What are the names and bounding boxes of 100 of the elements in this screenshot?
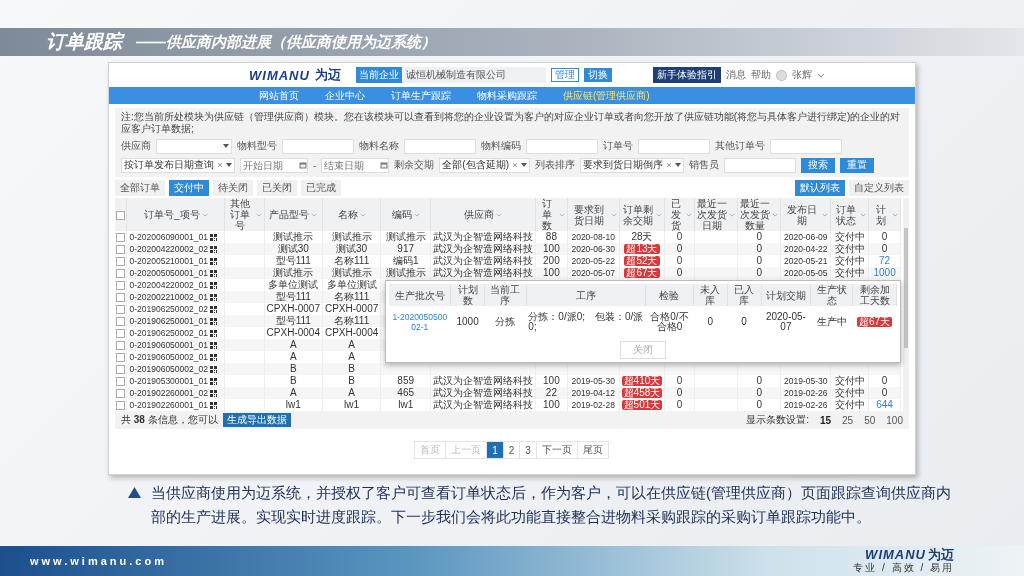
qr-code-icon[interactable] <box>209 353 217 361</box>
checkbox[interactable] <box>116 256 126 266</box>
qr-code-icon[interactable] <box>209 329 217 337</box>
checkbox[interactable] <box>116 328 126 338</box>
clear-icon[interactable] <box>666 162 672 168</box>
chevron-icon[interactable] <box>686 212 692 217</box>
export-button[interactable]: 生成导出数据 <box>222 413 291 427</box>
date-field[interactable]: 开始日期 <box>240 157 308 173</box>
qr-code-icon[interactable] <box>209 293 217 301</box>
qr-code-icon[interactable] <box>209 365 217 373</box>
status-tab[interactable]: 已完成 <box>301 180 341 196</box>
qr-code-icon[interactable] <box>209 401 217 409</box>
column-header[interactable]: 已发货 <box>664 198 695 231</box>
checkbox[interactable] <box>116 400 126 410</box>
checkbox[interactable] <box>116 316 126 326</box>
qr-code-icon[interactable] <box>209 233 217 241</box>
filter-button[interactable]: 重置 <box>840 157 874 173</box>
status-tab[interactable]: 待关闭 <box>213 180 253 196</box>
checkbox[interactable] <box>116 304 126 314</box>
chevron-icon[interactable] <box>892 212 899 217</box>
page-button[interactable]: 下一页 <box>535 441 578 459</box>
page-button[interactable]: 1 <box>486 441 504 459</box>
avatar-icon[interactable] <box>776 69 787 81</box>
checkbox[interactable] <box>116 388 126 398</box>
select-field[interactable] <box>156 138 232 154</box>
checkbox[interactable] <box>116 232 126 242</box>
chevron-icon[interactable] <box>656 212 663 217</box>
checkbox[interactable] <box>116 340 126 350</box>
checkbox[interactable] <box>116 292 126 302</box>
text-field[interactable] <box>282 138 354 154</box>
qr-code-icon[interactable] <box>209 257 217 265</box>
status-tab[interactable]: 全部订单 <box>115 180 165 196</box>
chevron-icon[interactable] <box>413 212 420 217</box>
column-header[interactable]: 编码 <box>380 198 431 231</box>
text-field[interactable] <box>404 138 476 154</box>
chevron-icon[interactable] <box>255 212 262 217</box>
column-header[interactable]: 其他订单号 <box>224 198 265 231</box>
chevron-icon[interactable] <box>558 212 565 217</box>
clear-icon[interactable] <box>512 162 518 168</box>
checkbox[interactable] <box>116 352 126 362</box>
status-tab[interactable]: 交付中 <box>169 180 209 196</box>
checkbox[interactable] <box>116 244 126 254</box>
text-field[interactable] <box>724 157 796 173</box>
column-header[interactable]: 订单数 <box>535 198 568 231</box>
qr-code-icon[interactable] <box>209 281 217 289</box>
column-header[interactable]: 订单号_项号 <box>126 198 225 231</box>
filter-button[interactable]: 搜索 <box>801 157 835 173</box>
checkbox[interactable] <box>116 280 126 290</box>
guide-button[interactable]: 新手体验指引 <box>653 67 721 83</box>
checkbox[interactable] <box>116 210 126 220</box>
text-field[interactable] <box>770 138 842 154</box>
page-size-option[interactable]: 50 <box>864 414 876 426</box>
select-field[interactable]: 全部(包含延期) <box>439 157 530 173</box>
checkbox[interactable] <box>116 376 126 386</box>
chevron-icon[interactable] <box>822 212 829 217</box>
page-button[interactable]: 尾页 <box>576 441 609 459</box>
batch-link[interactable]: 1-202005050002-1 <box>391 312 449 332</box>
chevron-icon[interactable] <box>359 212 366 217</box>
qr-code-icon[interactable] <box>209 317 217 325</box>
header-button[interactable]: 切换 <box>583 68 612 82</box>
calendar-icon[interactable] <box>380 161 389 169</box>
chevron-icon[interactable] <box>201 212 208 217</box>
qr-code-icon[interactable] <box>209 305 217 313</box>
select-field[interactable]: 按订单发布日期查询 <box>121 157 235 173</box>
date-field[interactable]: 结束日期 <box>321 157 390 173</box>
calendar-icon[interactable] <box>299 161 307 169</box>
company-field[interactable]: 当前企业 诚恒机械制造有限公司 <box>355 67 546 83</box>
page-size-option[interactable]: 25 <box>842 414 854 426</box>
column-header[interactable]: 计划 <box>868 198 901 231</box>
column-header[interactable]: 最近一次发货日期 <box>694 198 738 231</box>
column-header[interactable]: 最近一次发货数量 <box>737 198 781 231</box>
chevron-icon[interactable] <box>496 212 503 217</box>
list-view-button[interactable]: 自定义列表 <box>849 180 909 196</box>
checkbox[interactable] <box>116 268 126 278</box>
text-field[interactable] <box>638 138 710 154</box>
chevron-icon[interactable] <box>817 72 825 78</box>
chevron-icon[interactable] <box>729 212 736 217</box>
website-url[interactable]: www.wimanu.com <box>30 555 167 567</box>
header-button[interactable]: 管理 <box>550 68 579 82</box>
clear-icon[interactable] <box>217 162 223 168</box>
select-field[interactable]: 要求到货日期倒序 <box>580 157 684 173</box>
qr-code-icon[interactable] <box>209 377 217 385</box>
column-header[interactable]: 要求到货日期 <box>567 198 620 231</box>
scrollbar[interactable] <box>903 198 909 411</box>
checkbox[interactable] <box>116 364 126 374</box>
chevron-icon[interactable] <box>610 212 617 217</box>
header-link[interactable]: 消息 <box>726 68 746 82</box>
qr-code-icon[interactable] <box>209 389 217 397</box>
qr-code-icon[interactable] <box>209 341 217 349</box>
qr-code-icon[interactable] <box>209 269 217 277</box>
chevron-icon[interactable] <box>311 212 318 217</box>
chevron-icon[interactable] <box>772 212 779 217</box>
column-header[interactable]: 订单剩余交期 <box>619 198 665 231</box>
plan-link[interactable]: 644 <box>876 399 893 410</box>
status-tab[interactable]: 已关闭 <box>257 180 297 196</box>
column-header[interactable]: 供应商 <box>430 198 536 231</box>
qr-code-icon[interactable] <box>209 245 217 253</box>
plan-link[interactable]: 72 <box>879 255 891 266</box>
column-header[interactable]: 产品型号 <box>264 198 323 231</box>
column-header[interactable]: 发布日期 <box>780 198 831 231</box>
